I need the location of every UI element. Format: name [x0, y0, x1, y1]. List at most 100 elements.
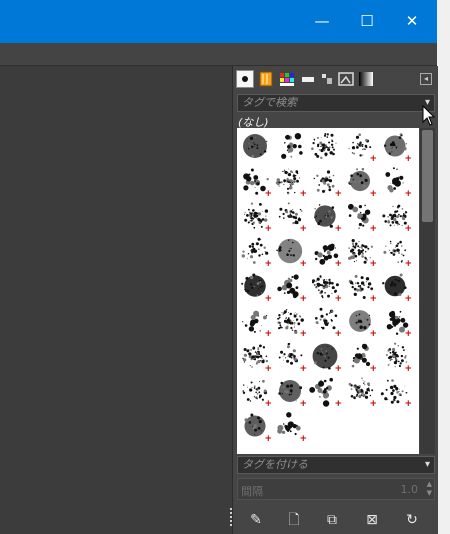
plus-icon: + [334, 189, 342, 199]
scrollbar-thumb[interactable] [422, 130, 433, 222]
duplicate-icon: ⧉ [327, 512, 337, 528]
brush-thumbnail[interactable] [239, 130, 271, 162]
plus-icon: + [299, 329, 307, 339]
brush-thumbnail[interactable]: + [239, 410, 272, 444]
brush-thumbnail[interactable]: + [344, 130, 377, 164]
plus-icon: + [369, 329, 377, 339]
tab-patterns[interactable] [257, 70, 275, 88]
brush-thumbnail[interactable]: + [344, 235, 377, 269]
plus-icon: + [299, 294, 307, 304]
brush-thumbnail[interactable]: + [239, 200, 272, 234]
maximize-icon: ☐ [360, 12, 374, 30]
brush-thumbnail[interactable]: + [379, 130, 412, 164]
tag-assign-placeholder: タグを付ける [242, 458, 308, 471]
minimize-button[interactable]: — [307, 8, 337, 34]
edit-brush-button[interactable]: ✎ [247, 511, 265, 529]
plus-icon: + [404, 329, 412, 339]
brush-thumbnail[interactable]: + [379, 340, 412, 374]
brush-thumbnail[interactable]: + [344, 305, 377, 339]
brush-thumbnail[interactable]: + [274, 270, 307, 304]
plus-icon: + [264, 294, 272, 304]
brush-thumbnail[interactable]: + [309, 270, 342, 304]
brush-thumbnail[interactable]: + [344, 165, 377, 199]
brush-thumbnail[interactable]: + [239, 235, 272, 269]
brush-shape-icon [243, 134, 268, 158]
tool-presets-icon [322, 74, 332, 84]
tag-assign-combo[interactable]: タグを付ける ▾ [237, 456, 435, 474]
chevron-down-icon[interactable]: ▾ [425, 457, 430, 473]
plus-icon: + [299, 399, 307, 409]
brush-thumbnail[interactable]: + [274, 235, 307, 269]
tab-dynamics[interactable] [357, 70, 375, 88]
plus-icon: + [264, 329, 272, 339]
brush-thumbnail[interactable]: + [309, 235, 342, 269]
brush-thumbnail[interactable]: + [309, 165, 342, 199]
brush-thumbnail[interactable]: + [379, 375, 412, 409]
plus-icon: + [369, 399, 377, 409]
brush-thumbnail[interactable]: + [344, 375, 377, 409]
plus-icon: + [334, 259, 342, 269]
plus-icon: + [264, 224, 272, 234]
brush-shape-icon [281, 133, 303, 159]
new-document-icon: 🗋 [288, 512, 300, 528]
brush-thumbnail[interactable]: + [344, 340, 377, 374]
brush-thumbnail[interactable] [309, 130, 341, 162]
close-button[interactable]: ✕ [397, 8, 427, 34]
image-icon [338, 72, 354, 86]
dock-tab-bar: ◂ [233, 66, 438, 92]
gradient-icon [359, 72, 373, 86]
brush-thumbnail[interactable]: + [309, 200, 342, 234]
tag-search-combo[interactable]: タグで検索 ▾ [237, 94, 435, 112]
brush-thumbnail[interactable]: + [274, 165, 307, 199]
brush-thumbnail[interactable]: + [239, 340, 272, 374]
tab-images[interactable] [337, 70, 355, 88]
brush-thumbnail[interactable]: + [274, 375, 307, 409]
brush-thumbnail[interactable]: + [274, 340, 307, 374]
delete-brush-button[interactable]: ⊠ [363, 511, 381, 529]
new-brush-button[interactable]: 🗋 [285, 511, 303, 529]
tab-tool-presets[interactable] [318, 70, 336, 88]
brush-grid[interactable]: + + + + + + + + + + + + + + + + + + + + + + + + + + + + + + + + + + + + + + + [237, 128, 419, 454]
brush-thumbnail[interactable]: + [379, 165, 412, 199]
brush-icon [242, 76, 248, 82]
spin-up-icon[interactable]: ▲ [427, 480, 432, 488]
brush-thumbnail[interactable]: + [379, 270, 412, 304]
brush-thumbnail[interactable]: + [379, 305, 412, 339]
brush-thumbnail[interactable]: + [309, 340, 342, 374]
brush-thumbnail[interactable]: + [239, 165, 272, 199]
brush-shape-icon [311, 133, 337, 159]
brush-thumbnail[interactable]: + [239, 375, 272, 409]
brush-thumbnail[interactable]: + [379, 235, 412, 269]
duplicate-brush-button[interactable]: ⧉ [323, 511, 341, 529]
plus-icon: + [369, 154, 377, 164]
brush-thumbnail[interactable]: + [274, 305, 307, 339]
tab-brushes[interactable] [236, 70, 254, 88]
plus-icon: + [299, 434, 307, 444]
brush-thumbnail[interactable]: + [309, 305, 342, 339]
brush-thumbnail[interactable] [274, 130, 306, 162]
dock-menu-button[interactable]: ◂ [420, 73, 432, 85]
tab-gradients[interactable] [278, 70, 296, 88]
desktop-background [437, 0, 450, 534]
brush-thumbnail[interactable]: + [344, 200, 377, 234]
spin-down-icon[interactable]: ▼ [427, 489, 432, 497]
edit-icon: ✎ [250, 512, 262, 528]
close-icon: ✕ [405, 12, 419, 30]
brush-grid-scrollbar[interactable] [420, 128, 435, 454]
brush-thumbnail[interactable]: + [274, 410, 307, 444]
palette-icon [280, 73, 294, 86]
maximize-button[interactable]: ☐ [352, 8, 382, 34]
plus-icon: + [264, 189, 272, 199]
brush-thumbnail[interactable]: + [239, 270, 272, 304]
brush-thumbnail[interactable]: + [379, 200, 412, 234]
image-canvas-area[interactable] [0, 66, 226, 534]
tab-fonts[interactable] [299, 70, 317, 88]
brush-thumbnail[interactable]: + [344, 270, 377, 304]
spacing-spinner[interactable]: 間隔 1.0 ▲ ▼ [237, 478, 435, 500]
brush-thumbnail[interactable]: + [274, 200, 307, 234]
plus-icon: + [299, 259, 307, 269]
refresh-brushes-button[interactable]: ↻ [403, 511, 421, 529]
brush-thumbnail[interactable]: + [309, 375, 342, 409]
plus-icon: + [334, 224, 342, 234]
brush-thumbnail[interactable]: + [239, 305, 272, 339]
